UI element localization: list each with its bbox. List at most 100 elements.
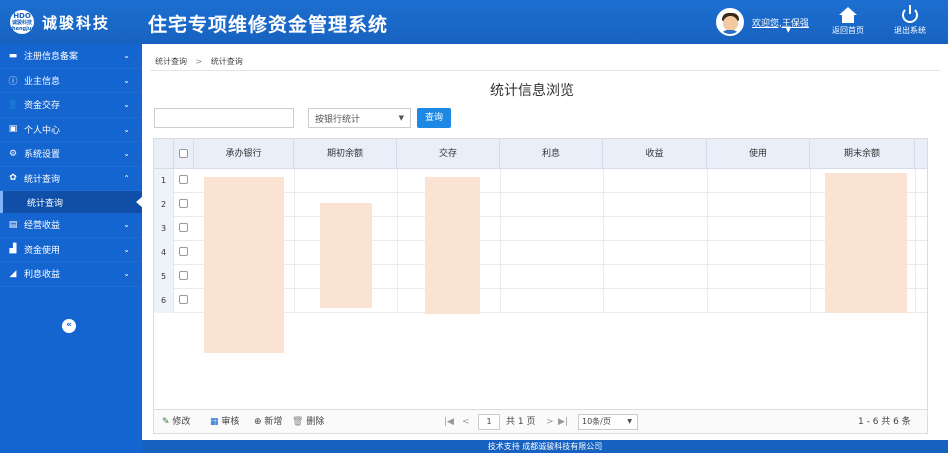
redacted-closing-balance-values xyxy=(825,173,907,313)
company-name: 诚骏科技 xyxy=(42,13,111,32)
page-size-select[interactable]: 10条/页 ▼ xyxy=(578,414,638,430)
breadcrumb-item[interactable]: 统计查询 xyxy=(155,57,187,66)
info-icon: ⓘ xyxy=(8,76,18,87)
column-divider xyxy=(500,169,501,313)
edit-button[interactable]: ✎ 修改 xyxy=(162,410,190,434)
column-divider xyxy=(810,169,811,313)
first-page-button[interactable]: |◀ xyxy=(444,410,454,434)
redacted-opening-balance-values xyxy=(320,203,372,308)
row-checkbox[interactable] xyxy=(179,271,188,280)
sidebar: ▬ 注册信息备案 ⌄ ⓘ 业主信息 ⌄ 👤 资金交存 ⌄ ▣ 个人中心 ⌄ ⚙ … xyxy=(0,44,143,453)
chevron-up-icon: ⌃ xyxy=(123,173,130,183)
sidebar-subitem-statistics-query[interactable]: 统计查询 xyxy=(0,191,143,213)
trash-icon: 🗑 xyxy=(292,417,304,427)
add-label: 新增 xyxy=(264,417,283,427)
column-header-bank[interactable]: 承办银行 xyxy=(194,139,294,169)
breadcrumb-separator: > xyxy=(195,57,203,66)
company-logo: HDO 诚骏科技 chengjun 诚骏科技 xyxy=(9,8,136,36)
add-button[interactable]: ⊕ 新增 xyxy=(254,410,282,434)
delete-button[interactable]: 🗑 删除 xyxy=(292,410,324,434)
search-input[interactable] xyxy=(154,108,294,128)
chevron-down-icon: ⌄ xyxy=(123,220,130,230)
database-icon: ▤ xyxy=(8,219,18,230)
column-header-closing-balance[interactable]: 期末余额 xyxy=(810,139,915,169)
user-icon: 👤 xyxy=(7,99,19,110)
prev-page-button[interactable]: < xyxy=(462,410,470,434)
row-checkbox[interactable] xyxy=(179,199,188,208)
query-button[interactable]: 查询 xyxy=(417,108,451,128)
audit-button[interactable]: ▦ 审核 xyxy=(210,410,239,434)
column-header-usage[interactable]: 使用 xyxy=(707,139,810,169)
row-number: 5 xyxy=(154,265,174,289)
sidebar-collapse-button[interactable]: « xyxy=(62,319,76,333)
chevron-down-icon: ⌄ xyxy=(123,124,130,134)
avatar[interactable] xyxy=(716,8,744,36)
select-value: 按银行统计 xyxy=(315,114,361,125)
record-range: 1 - 6 共 6 条 xyxy=(858,417,911,427)
column-divider xyxy=(397,169,398,313)
gear-icon: ✿ xyxy=(9,173,17,184)
sidebar-item-operating-income[interactable]: ▤ 经营收益 ⌄ xyxy=(0,213,142,238)
header-checkbox-cell xyxy=(174,139,194,169)
select-all-checkbox[interactable] xyxy=(179,149,188,158)
page-number-input[interactable]: 1 xyxy=(478,414,500,430)
page-title: 统计信息浏览 xyxy=(490,83,574,99)
bar-chart-icon: ▟ xyxy=(9,244,17,255)
column-header-income[interactable]: 收益 xyxy=(603,139,707,169)
divider xyxy=(150,70,940,71)
row-number: 4 xyxy=(154,241,174,265)
chevron-down-icon: ⌄ xyxy=(123,244,130,254)
last-page-button[interactable]: ▶| xyxy=(558,410,568,434)
sidebar-item-statistics[interactable]: ✿ 统计查询 ⌃ xyxy=(0,167,142,191)
row-number: 2 xyxy=(154,193,174,217)
breadcrumb: 统计查询 > 统计查询 xyxy=(155,56,243,67)
logout-button[interactable]: 退出系统 xyxy=(888,5,932,39)
column-header-deposit[interactable]: 交存 xyxy=(397,139,500,169)
tech-support-footer: 技术支持 成都诚骏科技有限公司 xyxy=(142,440,948,453)
audit-icon: ▦ xyxy=(210,417,219,427)
chevron-down-icon: ⌄ xyxy=(123,100,130,110)
home-button[interactable]: 返回首页 xyxy=(826,5,870,39)
sidebar-item-interest-income[interactable]: ◢ 利息收益 ⌄ xyxy=(0,262,142,287)
breadcrumb-item-current: 统计查询 xyxy=(210,57,243,66)
caret-down-icon: ▼ xyxy=(398,114,404,122)
logout-label: 退出系统 xyxy=(894,26,926,35)
redacted-bank-values xyxy=(204,177,284,353)
next-page-button[interactable]: > xyxy=(546,410,554,434)
welcome-text[interactable]: 欢迎您,王保强 xyxy=(752,16,809,29)
logo-badge: HDO 诚骏科技 chengjun xyxy=(9,10,35,34)
row-checkbox[interactable] xyxy=(179,175,188,184)
power-icon xyxy=(902,5,918,23)
logo-text: HDO xyxy=(13,11,31,20)
row-number: 1 xyxy=(154,169,174,193)
page-size-value: 10条/页 xyxy=(582,417,611,426)
sidebar-item-deposit[interactable]: 👤 资金交存 ⌄ xyxy=(0,93,142,118)
caret-down-icon: ▼ xyxy=(627,418,632,425)
column-header-opening-balance[interactable]: 期初余额 xyxy=(294,139,397,169)
chevron-down-icon: ⌄ xyxy=(123,51,130,61)
column-header-interest[interactable]: 利息 xyxy=(500,139,603,169)
row-checkbox[interactable] xyxy=(179,247,188,256)
total-pages: 共 1 页 xyxy=(506,417,536,427)
app-title: 住宅专项维修资金管理系统 xyxy=(148,14,389,36)
user-menu[interactable]: 欢迎您,王保强 ▼ xyxy=(716,7,809,37)
caret-down-icon[interactable]: ▼ xyxy=(786,27,791,34)
column-divider xyxy=(707,169,708,313)
sidebar-item-fund-usage[interactable]: ▟ 资金使用 ⌄ xyxy=(0,238,142,262)
plus-circle-icon: ⊕ xyxy=(254,417,262,427)
chevron-down-icon: ⌄ xyxy=(123,149,130,159)
sidebar-item-personal-center[interactable]: ▣ 个人中心 ⌄ xyxy=(0,118,142,142)
settings-icon: ⚙ xyxy=(8,148,18,159)
row-checkbox[interactable] xyxy=(179,223,188,232)
column-divider xyxy=(603,169,604,313)
sidebar-item-registration[interactable]: ▬ 注册信息备案 ⌄ xyxy=(0,44,142,69)
card-icon: ▬ xyxy=(8,50,18,61)
sidebar-item-owner-info[interactable]: ⓘ 业主信息 ⌄ xyxy=(0,69,142,93)
square-icon: ▣ xyxy=(8,124,18,135)
sidebar-item-system-settings[interactable]: ⚙ 系统设置 ⌄ xyxy=(0,142,142,167)
header-rownum-cell xyxy=(154,139,174,169)
delete-label: 删除 xyxy=(306,417,325,427)
row-checkbox[interactable] xyxy=(179,295,188,304)
edit-label: 修改 xyxy=(172,417,191,427)
group-by-select[interactable]: 按银行统计 ▼ xyxy=(308,108,411,128)
